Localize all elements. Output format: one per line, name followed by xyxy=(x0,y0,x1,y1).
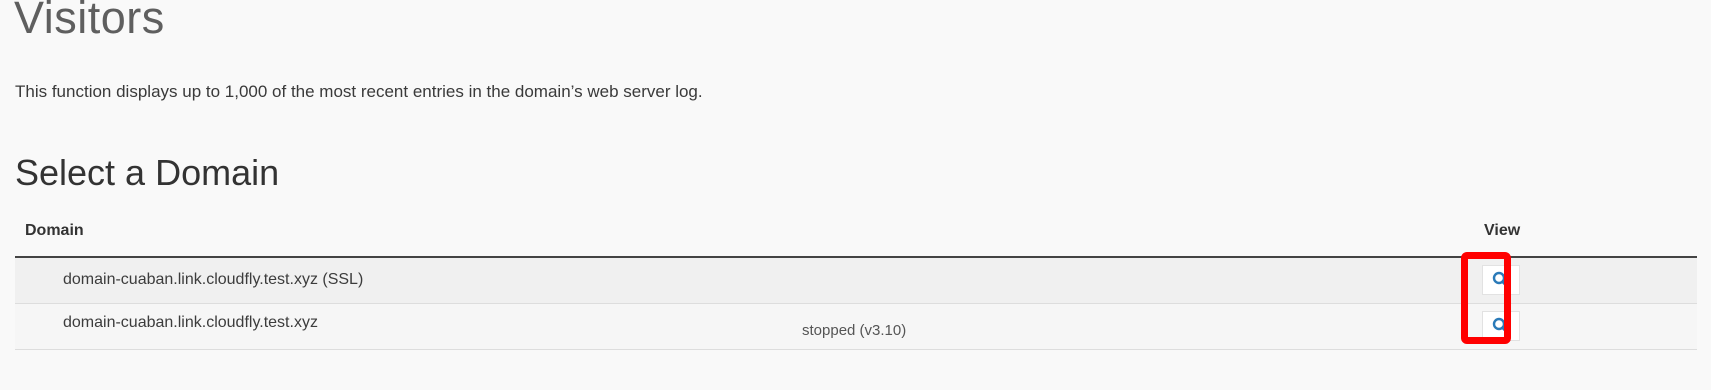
table-header: Domain View xyxy=(15,218,1697,258)
section-heading: Select a Domain xyxy=(15,152,280,193)
search-icon xyxy=(1492,317,1510,335)
page-title: Visitors xyxy=(14,0,165,43)
column-header-view: View xyxy=(1484,222,1521,239)
column-header-domain: Domain xyxy=(25,222,84,239)
domain-table: Domain View domain-cuaban.link.cloudfly.… xyxy=(15,218,1697,350)
view-button[interactable] xyxy=(1482,265,1520,295)
domain-name: domain-cuaban.link.cloudfly.test.xyz (SS… xyxy=(63,271,364,288)
page-description: This function displays up to 1,000 of th… xyxy=(15,82,703,101)
table-row: domain-cuaban.link.cloudfly.test.xyz sto… xyxy=(15,304,1697,350)
search-icon xyxy=(1492,271,1510,289)
table-row: domain-cuaban.link.cloudfly.test.xyz (SS… xyxy=(15,258,1697,304)
domain-name: domain-cuaban.link.cloudfly.test.xyz xyxy=(63,314,318,331)
view-button[interactable] xyxy=(1482,311,1520,341)
visitors-page: Visitors This function displays up to 1,… xyxy=(0,0,1711,390)
domain-status: stopped (v3.10) xyxy=(802,322,907,339)
